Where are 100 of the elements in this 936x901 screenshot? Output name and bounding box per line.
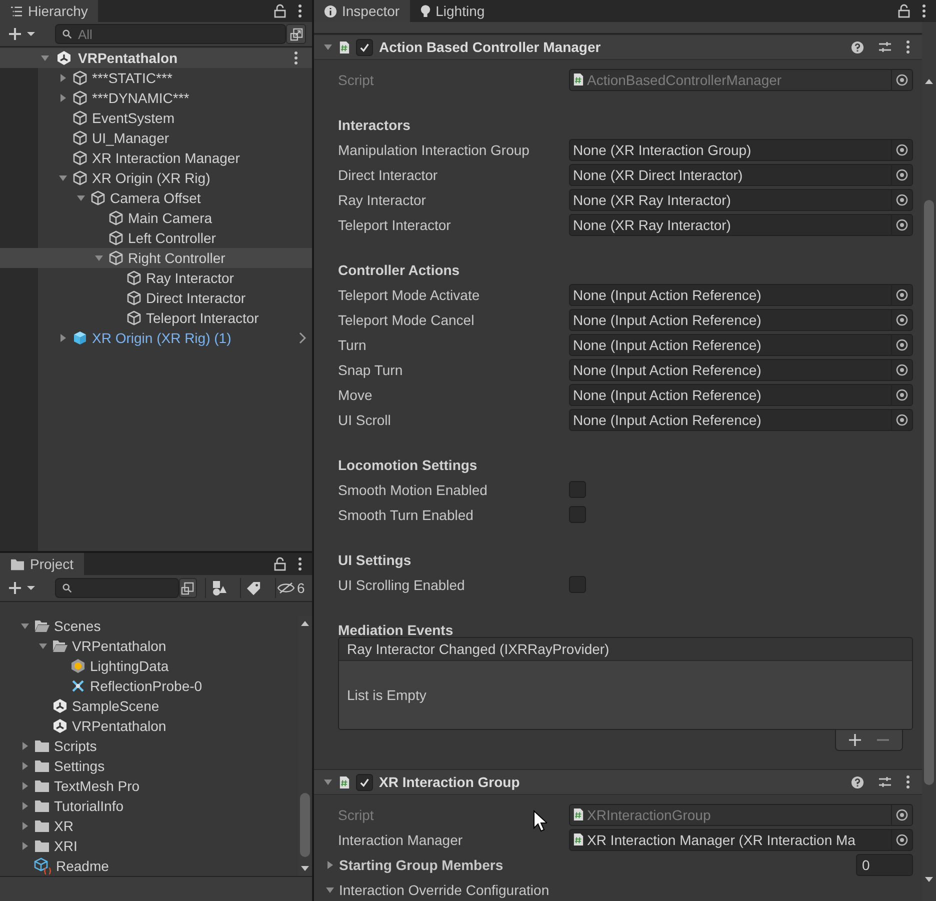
object-picker-icon[interactable] bbox=[896, 218, 908, 230]
object-field[interactable]: None (XR Direct Interactor) bbox=[569, 164, 913, 186]
project-item[interactable]: Settings bbox=[0, 756, 298, 776]
lock-icon[interactable] bbox=[274, 4, 286, 18]
hierarchy-item[interactable]: Camera Offset bbox=[0, 188, 312, 208]
add-dropdown-icon[interactable] bbox=[8, 27, 38, 41]
project-tab[interactable]: Project bbox=[0, 553, 84, 575]
shapes-icon[interactable] bbox=[210, 580, 227, 596]
foldout[interactable]: Starting Group Members bbox=[325, 856, 569, 872]
expand-arrow-icon[interactable] bbox=[40, 53, 50, 63]
help-icon[interactable] bbox=[851, 40, 864, 54]
project-item[interactable]: LightingData bbox=[0, 656, 298, 676]
search-field[interactable]: All bbox=[55, 24, 286, 44]
checkbox[interactable] bbox=[569, 481, 586, 498]
object-field[interactable]: None (XR Ray Interactor) bbox=[569, 214, 913, 236]
expand-arrow-icon[interactable] bbox=[58, 93, 68, 103]
object-picker-icon[interactable] bbox=[896, 414, 908, 426]
expand-arrow-icon[interactable] bbox=[20, 801, 30, 811]
scroll-down-arrow-icon[interactable] bbox=[924, 877, 934, 883]
project-item[interactable]: SampleScene bbox=[0, 696, 298, 716]
scene-search-icon[interactable] bbox=[181, 582, 194, 594]
object-picker-icon[interactable] bbox=[896, 364, 908, 376]
project-item[interactable]: XR bbox=[0, 816, 298, 836]
search-field[interactable] bbox=[55, 578, 179, 598]
hierarchy-item[interactable]: Main Camera bbox=[0, 208, 312, 228]
checkbox[interactable] bbox=[569, 576, 586, 593]
hierarchy-item[interactable]: XR Origin (XR Rig) (1) bbox=[0, 328, 312, 348]
chevron-right-icon[interactable] bbox=[298, 332, 306, 344]
project-item[interactable]: Scripts bbox=[0, 736, 298, 756]
expand-arrow-icon[interactable] bbox=[20, 781, 30, 791]
object-picker-icon[interactable] bbox=[896, 314, 908, 326]
more-options-icon[interactable] bbox=[298, 4, 302, 18]
scrollbar-thumb[interactable] bbox=[300, 793, 310, 857]
component-header[interactable]: XR Interaction Group bbox=[314, 769, 922, 795]
presets-icon[interactable] bbox=[878, 775, 892, 789]
expand-arrow-icon[interactable] bbox=[38, 641, 48, 651]
scroll-down-arrow-icon[interactable] bbox=[300, 866, 310, 872]
object-picker-icon[interactable] bbox=[896, 288, 908, 300]
object-picker-icon[interactable] bbox=[896, 168, 908, 180]
hierarchy-tab[interactable]: Hierarchy bbox=[0, 0, 98, 22]
object-picker-icon[interactable] bbox=[896, 338, 908, 350]
project-item[interactable]: Scenes bbox=[0, 616, 298, 636]
hierarchy-item[interactable]: EventSystem bbox=[0, 108, 312, 128]
presets-icon[interactable] bbox=[878, 40, 892, 54]
expand-arrow-icon[interactable] bbox=[20, 761, 30, 771]
object-field[interactable]: None (Input Action Reference) bbox=[569, 334, 913, 356]
more-options-icon[interactable] bbox=[922, 4, 926, 18]
panel-tab[interactable]: Lighting bbox=[410, 0, 495, 22]
hierarchy-item[interactable]: UI_Manager bbox=[0, 128, 312, 148]
project-item[interactable]: Readme bbox=[0, 856, 298, 876]
project-item[interactable]: TextMesh Pro bbox=[0, 776, 298, 796]
panel-tab[interactable]: Inspector bbox=[314, 0, 410, 22]
scroll-up-arrow-icon[interactable] bbox=[300, 620, 310, 626]
hierarchy-item[interactable]: Direct Interactor bbox=[0, 288, 312, 308]
help-icon[interactable] bbox=[851, 776, 864, 788]
foldout[interactable]: Interaction Override Configuration bbox=[325, 882, 569, 898]
object-picker-icon[interactable] bbox=[896, 74, 908, 86]
object-field[interactable]: None (Input Action Reference) bbox=[569, 358, 913, 380]
foldout-arrow-icon[interactable] bbox=[323, 42, 333, 52]
project-item[interactable]: TutorialInfo bbox=[0, 796, 298, 816]
expand-arrow-icon[interactable] bbox=[76, 193, 86, 203]
object-field[interactable]: None (XR Interaction Group) bbox=[569, 138, 913, 160]
foldout-arrow-icon[interactable] bbox=[325, 884, 335, 894]
scroll-up-arrow-icon[interactable] bbox=[924, 78, 934, 84]
project-item[interactable]: VRPentathalon bbox=[0, 716, 298, 736]
expand-arrow-icon[interactable] bbox=[58, 73, 68, 83]
object-field[interactable]: XR Interaction Manager (XR Interaction Ma bbox=[569, 828, 913, 850]
scrollbar-thumb[interactable] bbox=[924, 200, 934, 785]
size-field[interactable]: 0 bbox=[856, 854, 913, 876]
add-dropdown-icon[interactable] bbox=[8, 581, 38, 595]
hidden-packages-button[interactable]: 6 bbox=[274, 578, 306, 598]
add-icon[interactable] bbox=[848, 733, 862, 747]
hierarchy-item[interactable]: XR Interaction Manager bbox=[0, 148, 312, 168]
enabled-checkbox[interactable] bbox=[356, 774, 373, 790]
lock-icon[interactable] bbox=[898, 4, 910, 18]
hierarchy-item[interactable]: ***DYNAMIC*** bbox=[0, 88, 312, 108]
object-picker-icon[interactable] bbox=[896, 144, 908, 156]
object-field[interactable]: None (Input Action Reference) bbox=[569, 308, 913, 330]
scene-search-icon[interactable] bbox=[290, 28, 302, 40]
tag-icon[interactable] bbox=[246, 580, 262, 596]
expand-arrow-icon[interactable] bbox=[20, 621, 30, 631]
project-item[interactable]: XRI bbox=[0, 836, 298, 856]
hierarchy-item[interactable]: ***STATIC*** bbox=[0, 68, 312, 88]
hierarchy-item[interactable]: Right Controller bbox=[0, 248, 312, 268]
hierarchy-item[interactable]: Ray Interactor bbox=[0, 268, 312, 288]
enabled-checkbox[interactable] bbox=[356, 38, 373, 56]
expand-arrow-icon[interactable] bbox=[20, 741, 30, 751]
expand-arrow-icon[interactable] bbox=[58, 333, 68, 343]
object-picker-icon[interactable] bbox=[896, 808, 908, 820]
hierarchy-item[interactable]: Teleport Interactor bbox=[0, 308, 312, 328]
more-options-icon[interactable] bbox=[298, 557, 302, 571]
object-picker-icon[interactable] bbox=[896, 388, 908, 400]
object-field[interactable]: None (Input Action Reference) bbox=[569, 284, 913, 306]
object-picker-icon[interactable] bbox=[896, 194, 908, 206]
object-picker-icon[interactable] bbox=[896, 834, 908, 846]
expand-arrow-icon[interactable] bbox=[20, 821, 30, 831]
project-item[interactable]: VRPentathalon bbox=[0, 636, 298, 656]
lock-icon[interactable] bbox=[274, 557, 286, 571]
scene-menu-icon[interactable] bbox=[294, 51, 298, 65]
component-menu-icon[interactable] bbox=[906, 40, 910, 54]
